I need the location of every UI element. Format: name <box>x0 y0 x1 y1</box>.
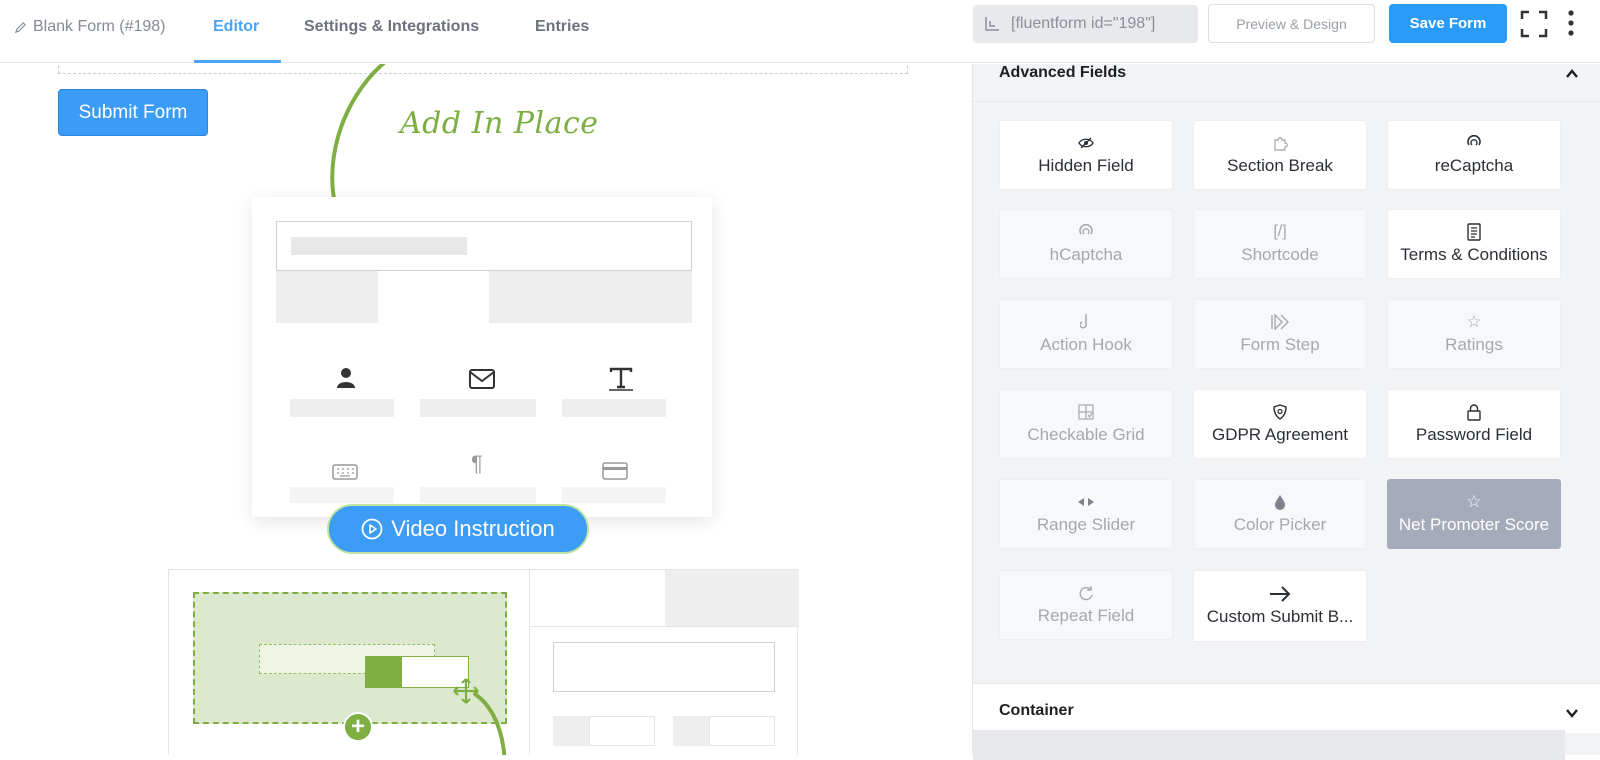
field-label: Range Slider <box>1036 515 1136 534</box>
container-section-body <box>973 730 1565 760</box>
field-panel: Advanced Fields Hidden Field Section Bre… <box>972 64 1600 760</box>
field-label: Shortcode <box>1241 245 1319 264</box>
field-hcaptcha[interactable]: hCaptcha <box>999 209 1173 279</box>
submit-form-button[interactable]: Submit Form <box>58 89 208 136</box>
field-label: GDPR Agreement <box>1211 425 1349 444</box>
chevron-up-icon[interactable] <box>1565 67 1579 81</box>
field-label: hCaptcha <box>1049 245 1123 264</box>
puzzle-icon <box>1272 134 1288 152</box>
container-title: Container <box>999 702 1074 719</box>
container-section-header[interactable]: Container <box>973 683 1600 733</box>
hook-icon <box>1080 313 1092 331</box>
field-label: Ratings <box>1445 335 1503 354</box>
field-shortcode[interactable]: [/] Shortcode <box>1193 209 1367 279</box>
drop-area-outline <box>58 64 908 74</box>
lock-icon <box>1467 403 1481 421</box>
field-section-break[interactable]: Section Break <box>1193 120 1367 190</box>
field-gdpr-agreement[interactable]: GDPR Agreement <box>1193 389 1367 459</box>
text-icon <box>608 367 634 397</box>
form-title-text: Blank Form (#198) <box>33 18 166 35</box>
field-ratings[interactable]: ☆ Ratings <box>1387 299 1561 369</box>
field-label: Net Promoter Score <box>1398 515 1550 534</box>
top-bar: Blank Form (#198) Editor Settings & Inte… <box>0 0 1600 63</box>
field-custom-submit-button[interactable]: Custom Submit B... <box>1193 570 1367 642</box>
tab-entries[interactable]: Entries <box>535 18 589 36</box>
shield-icon <box>1272 403 1288 421</box>
copy-icon <box>985 17 999 31</box>
layout-illustration: + <box>168 569 799 755</box>
paragraph-icon: ¶ <box>471 451 483 476</box>
pencil-icon <box>14 21 26 33</box>
field-form-step[interactable]: Form Step <box>1193 299 1367 369</box>
field-hidden[interactable]: Hidden Field <box>999 120 1173 190</box>
field-terms-conditions[interactable]: Terms & Conditions <box>1387 209 1561 279</box>
advanced-fields-title: Advanced Fields <box>999 64 1127 81</box>
field-label: Action Hook <box>1040 335 1132 354</box>
user-icon <box>335 367 357 395</box>
field-action-hook[interactable]: Action Hook <box>999 299 1173 369</box>
curved-arrow-small-icon <box>473 692 507 755</box>
drop-zone-illustration <box>193 592 507 724</box>
field-password[interactable]: Password Field <box>1387 389 1561 459</box>
fullscreen-icon[interactable] <box>1520 10 1548 38</box>
field-color-picker[interactable]: Color Picker <box>1193 479 1367 549</box>
field-label: Hidden Field <box>1038 156 1134 175</box>
eye-slash-icon <box>1078 134 1094 152</box>
field-label: Password Field <box>1415 425 1533 444</box>
shortcode-icon: [/] <box>1273 223 1287 240</box>
plus-circle-icon: + <box>343 712 373 742</box>
advanced-fields-header[interactable]: Advanced Fields <box>973 64 1600 102</box>
add-in-place-label: Add In Place <box>400 106 599 141</box>
illustration-input <box>276 221 692 271</box>
star-icon: ☆ <box>1466 492 1482 511</box>
drop-icon <box>1274 493 1286 511</box>
repeat-icon <box>1078 584 1094 602</box>
field-label: reCaptcha <box>1434 156 1514 175</box>
field-checkable-grid[interactable]: Checkable Grid <box>999 389 1173 459</box>
chevron-down-icon[interactable] <box>1565 706 1579 720</box>
form-title[interactable]: Blank Form (#198) <box>14 18 166 36</box>
play-circle-icon <box>361 518 383 540</box>
envelope-icon <box>469 369 495 395</box>
shortcode-copy[interactable]: [fluentform id="198"] <box>973 5 1198 43</box>
grid-icon <box>1078 403 1094 421</box>
video-instruction-button[interactable]: Video Instruction <box>327 504 589 554</box>
scroll-icon <box>1466 223 1482 241</box>
field-range-slider[interactable]: Range Slider <box>999 479 1173 549</box>
tab-editor[interactable]: Editor <box>213 18 259 36</box>
save-form-button[interactable]: Save Form <box>1389 4 1507 43</box>
credit-card-icon <box>602 460 628 486</box>
star-icon: ☆ <box>1466 312 1482 331</box>
field-label: Section Break <box>1227 156 1333 175</box>
field-net-promoter-score[interactable]: ☆ Net Promoter Score <box>1387 479 1561 549</box>
field-label: Color Picker <box>1233 515 1327 534</box>
range-icon <box>1077 493 1095 511</box>
hcaptcha-icon <box>1078 223 1094 241</box>
field-label: Repeat Field <box>1037 606 1135 625</box>
field-repeat[interactable]: Repeat Field <box>999 570 1173 640</box>
form-step-icon <box>1271 313 1289 331</box>
field-label: Checkable Grid <box>1027 425 1145 444</box>
more-vertical-icon[interactable] <box>1567 9 1575 37</box>
field-label: Form Step <box>1240 335 1320 354</box>
tab-settings-integrations[interactable]: Settings & Integrations <box>304 18 479 36</box>
empty-form-illustration: ¶ <box>252 197 712 517</box>
active-tab-indicator <box>194 60 281 63</box>
keyboard-icon <box>332 460 358 486</box>
field-recaptcha[interactable]: reCaptcha <box>1387 120 1561 190</box>
recaptcha-icon <box>1466 134 1482 152</box>
video-instruction-label: Video Instruction <box>391 516 555 541</box>
preview-design-button[interactable]: Preview & Design <box>1208 4 1375 43</box>
field-label: Custom Submit B... <box>1206 607 1354 626</box>
field-label: Terms & Conditions <box>1400 245 1548 264</box>
form-editor-canvas[interactable]: Submit Form Add In Place ¶ Video Instruc… <box>0 64 972 755</box>
arrow-right-icon <box>1269 585 1291 603</box>
shortcode-text: [fluentform id="198"] <box>1011 15 1156 32</box>
